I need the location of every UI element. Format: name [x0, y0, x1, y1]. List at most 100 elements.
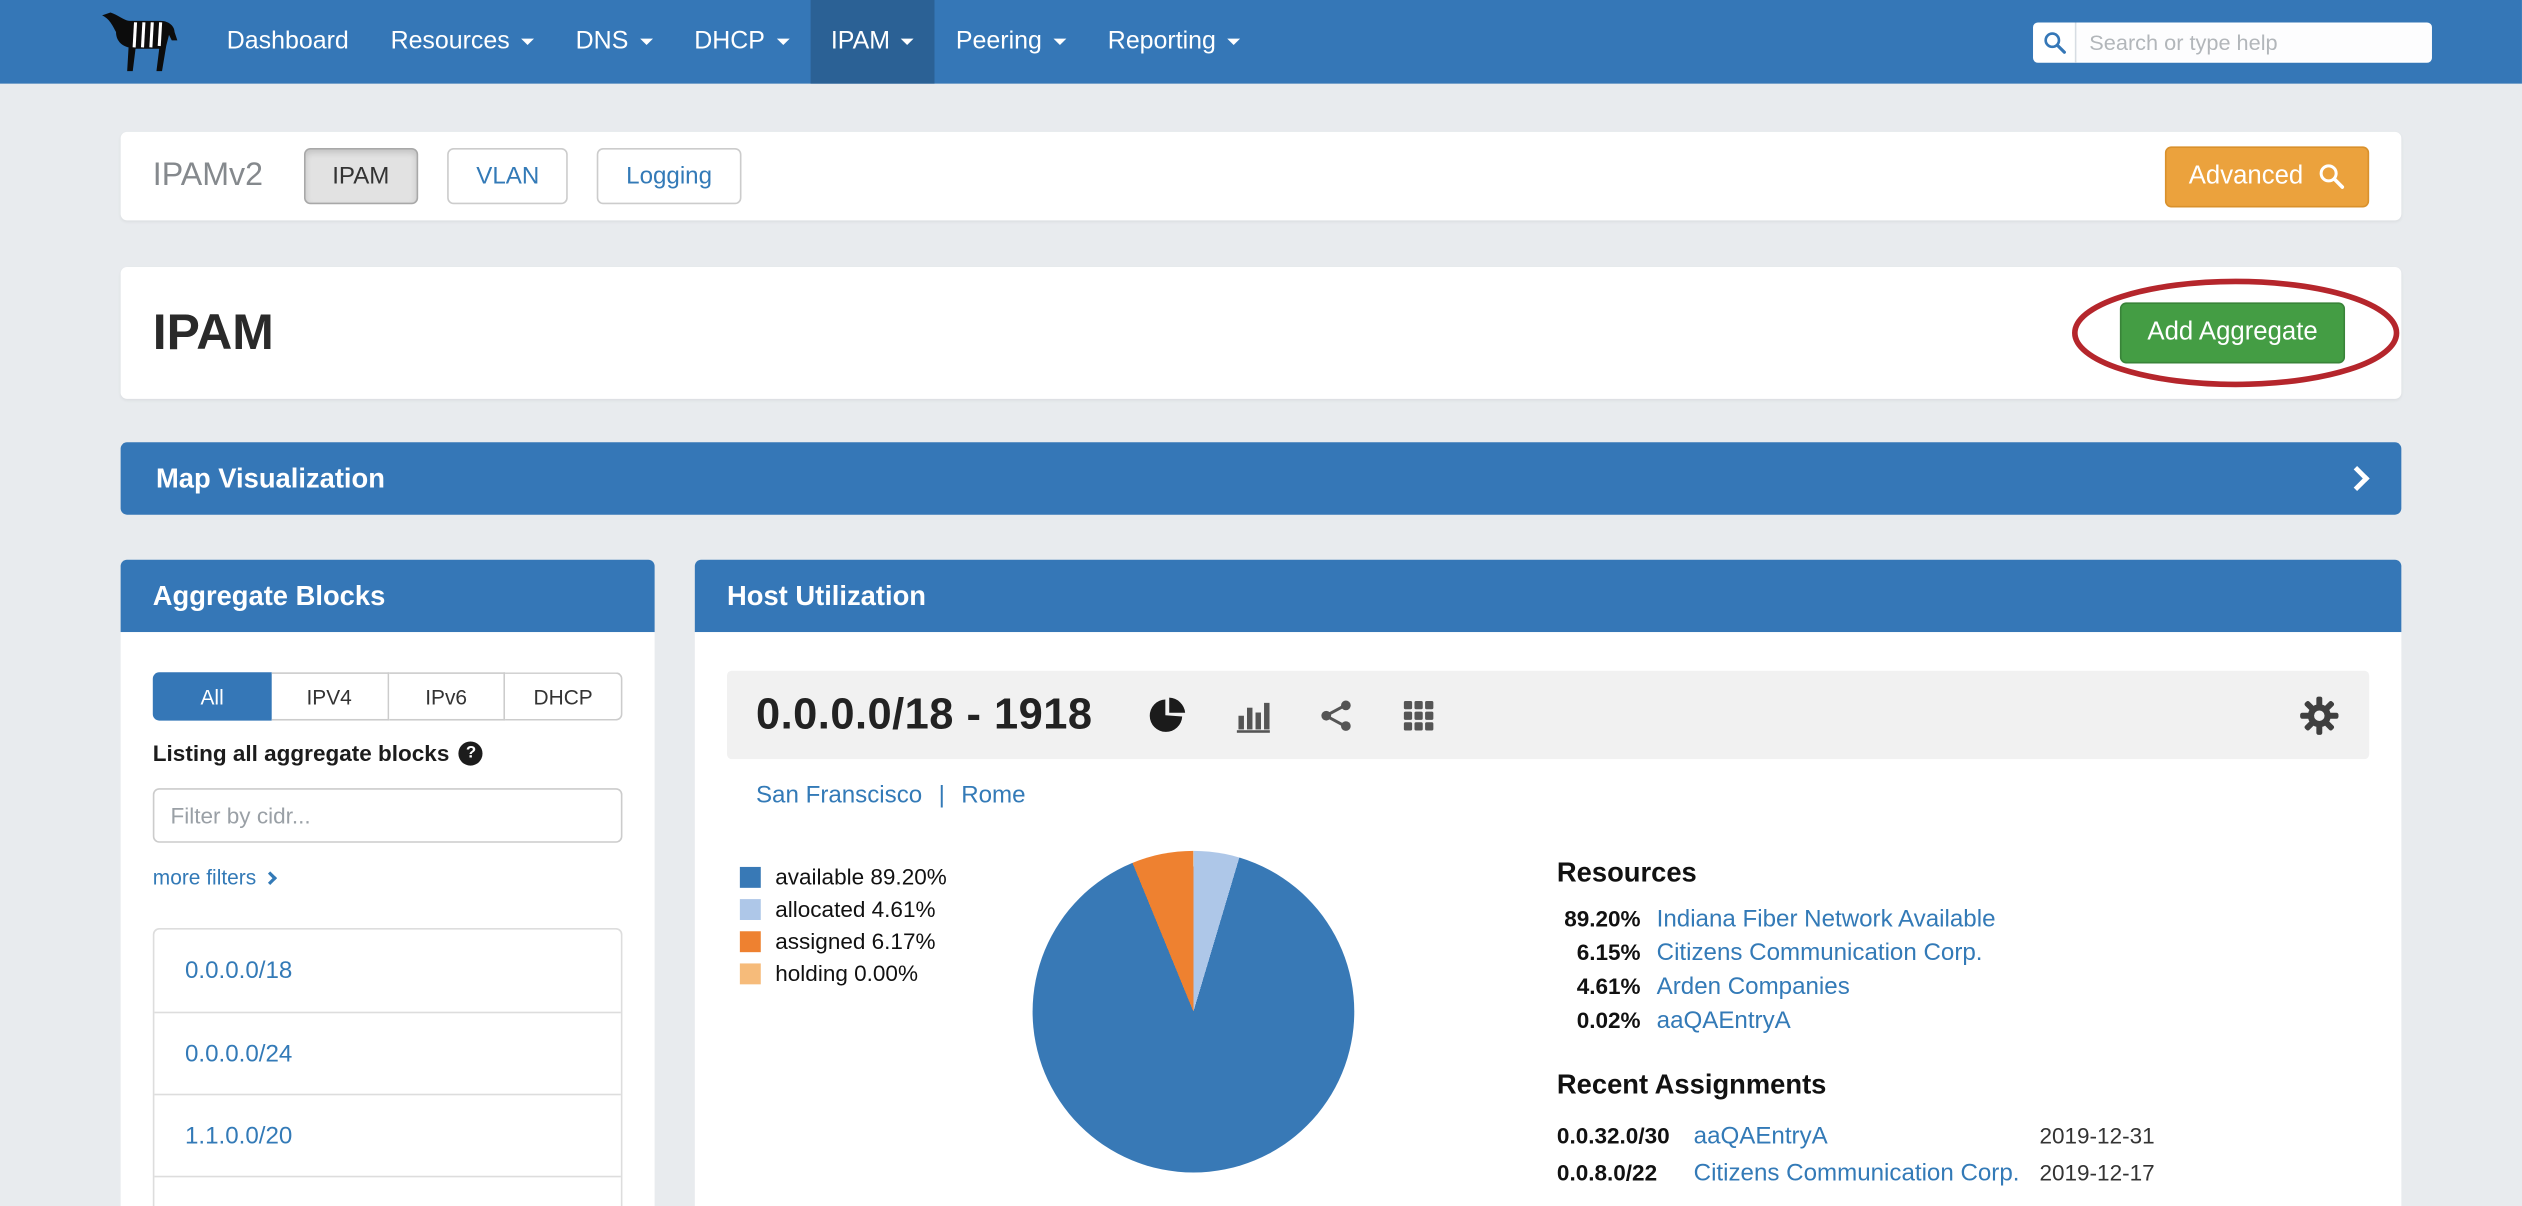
- location-link-san-franscisco[interactable]: San Franscisco: [756, 782, 922, 809]
- listing-label-text: Listing all aggregate blocks: [153, 740, 450, 766]
- map-bar-label: Map Visualization: [156, 462, 385, 494]
- cidr-filter-input[interactable]: [153, 788, 623, 843]
- aggregate-blocks-panel: Aggregate Blocks All IPV4 IPv6 DHCP List…: [121, 560, 655, 1206]
- pie-legend: available 89.20% allocated 4.61% assigne…: [740, 848, 1013, 1192]
- list-item[interactable]: 0.0.0.0/24: [154, 1012, 620, 1094]
- aggregate-blocks-header: Aggregate Blocks: [121, 560, 655, 632]
- resource-percent: 4.61%: [1557, 970, 1641, 1004]
- resource-link[interactable]: Arden Companies: [1657, 970, 1850, 1004]
- location-link-rome[interactable]: Rome: [961, 782, 1025, 809]
- page-title: IPAM: [153, 304, 274, 362]
- block-link[interactable]: 1.1.0.0/20: [185, 1122, 292, 1149]
- legend-label: holding 0.00%: [775, 960, 918, 986]
- legend-label: allocated 4.61%: [775, 896, 935, 922]
- legend-swatch-holding: [740, 963, 761, 984]
- legend-swatch-allocated: [740, 898, 761, 919]
- legend-item: holding 0.00%: [740, 957, 1013, 989]
- view-icons: [1147, 695, 1437, 735]
- pie-chart-icon[interactable]: [1147, 695, 1187, 735]
- grid-icon[interactable]: [1401, 697, 1436, 732]
- tab-ipam[interactable]: IPAM: [303, 148, 418, 204]
- resource-percent: 6.15%: [1557, 936, 1641, 970]
- list-item[interactable]: [154, 1176, 620, 1206]
- add-aggregate-button[interactable]: Add Aggregate: [2120, 302, 2345, 363]
- list-item[interactable]: 0.0.0.0/18: [154, 930, 620, 1012]
- legend-swatch-available: [740, 866, 761, 887]
- aggregate-blocks-body: All IPV4 IPv6 DHCP Listing all aggregate…: [121, 632, 655, 1206]
- nav-item-dns[interactable]: DNS: [555, 0, 674, 84]
- search-icon[interactable]: [2033, 22, 2076, 62]
- legend-label: assigned 6.17%: [775, 928, 935, 954]
- tab-ipv6[interactable]: IPv6: [388, 672, 505, 720]
- search-input[interactable]: [2076, 23, 2431, 60]
- main-nav: Dashboard Resources DNS DHCP IPAM Peerin…: [206, 0, 1261, 84]
- block-link[interactable]: 0.0.0.0/24: [185, 1040, 292, 1067]
- host-utilization-panel: Host Utilization 0.0.0.0/18 - 1918: [695, 560, 2402, 1206]
- nav-item-label: Dashboard: [227, 27, 349, 56]
- recent-assignments-heading: Recent Assignments: [1557, 1070, 2369, 1102]
- more-filters-label: more filters: [153, 865, 256, 889]
- legend-item: available 89.20%: [740, 860, 1013, 892]
- resource-row: 6.15% Citizens Communication Corp.: [1557, 936, 2369, 970]
- tab-vlan[interactable]: VLAN: [447, 148, 568, 204]
- block-link[interactable]: 0.0.0.0/18: [185, 957, 292, 984]
- zebra-logo[interactable]: [97, 0, 181, 84]
- assignments-list: 0.0.32.0/30 aaQAEntryA 2019-12-31 0.0.8.…: [1557, 1118, 2369, 1192]
- nav-item-label: Reporting: [1108, 27, 1216, 56]
- resource-link[interactable]: Citizens Communication Corp.: [1657, 936, 1983, 970]
- nav-item-ipam[interactable]: IPAM: [810, 0, 935, 84]
- legend-label: available 89.20%: [775, 864, 947, 890]
- share-icon[interactable]: [1319, 697, 1354, 732]
- nav-item-label: Peering: [956, 27, 1042, 56]
- nav-item-peering[interactable]: Peering: [935, 0, 1087, 84]
- assignment-cidr: 0.0.8.0/22: [1557, 1155, 1694, 1190]
- aggregate-block-list: 0.0.0.0/18 0.0.0.0/24 1.1.0.0/20: [153, 928, 623, 1206]
- listing-label: Listing all aggregate blocks ?: [153, 740, 623, 766]
- app-window: Dashboard Resources DNS DHCP IPAM Peerin…: [0, 0, 2522, 1206]
- nav-item-resources[interactable]: Resources: [370, 0, 555, 84]
- utilization-pie-chart: [1033, 851, 1355, 1173]
- help-icon[interactable]: ?: [459, 741, 483, 765]
- assignment-link[interactable]: Citizens Communication Corp.: [1694, 1156, 2040, 1191]
- assignment-row: 0.0.8.0/22 Citizens Communication Corp. …: [1557, 1155, 2369, 1192]
- advanced-button[interactable]: Advanced: [2165, 146, 2370, 207]
- panel-title: Aggregate Blocks: [153, 580, 385, 612]
- zebra-logo-image: [97, 10, 181, 74]
- page-content: IPAMv2 IPAM VLAN Logging Advanced IPAM A…: [0, 132, 2522, 1206]
- ipamv2-toolbar: IPAMv2 IPAM VLAN Logging Advanced: [121, 132, 2402, 220]
- host-utilization-body: 0.0.0.0/18 - 1918: [695, 632, 2402, 1206]
- tab-all[interactable]: All: [153, 672, 272, 720]
- resource-percent: 0.02%: [1557, 1004, 1641, 1038]
- gear-icon[interactable]: [2298, 694, 2340, 736]
- resource-row: 0.02% aaQAEntryA: [1557, 1004, 2369, 1038]
- assignment-cidr: 0.0.32.0/30: [1557, 1118, 1694, 1153]
- more-filters-link[interactable]: more filters: [153, 865, 276, 889]
- resource-row: 4.61% Arden Companies: [1557, 970, 2369, 1004]
- resources-heading: Resources: [1557, 857, 2369, 889]
- tab-logging[interactable]: Logging: [597, 148, 741, 204]
- bar-chart-icon[interactable]: [1234, 696, 1273, 735]
- search-icon: [2318, 162, 2345, 189]
- top-navbar: Dashboard Resources DNS DHCP IPAM Peerin…: [0, 0, 2522, 84]
- chevron-down-icon: [901, 39, 914, 45]
- chevron-right-icon: [264, 871, 278, 885]
- list-item[interactable]: 1.1.0.0/20: [154, 1094, 620, 1176]
- nav-item-label: Resources: [391, 27, 510, 56]
- assignment-row: 0.0.32.0/30 aaQAEntryA 2019-12-31: [1557, 1118, 2369, 1155]
- legend-item: allocated 4.61%: [740, 893, 1013, 925]
- nav-item-dhcp[interactable]: DHCP: [673, 0, 810, 84]
- page-header-card: IPAM Add Aggregate: [121, 267, 2402, 399]
- assignment-date: 2019-12-17: [2039, 1155, 2154, 1190]
- separator: |: [939, 782, 945, 809]
- resource-row: 89.20% Indiana Fiber Network Available: [1557, 902, 2369, 936]
- tab-ipv4[interactable]: IPV4: [271, 672, 388, 720]
- map-visualization-bar[interactable]: Map Visualization: [121, 442, 2402, 514]
- chevron-down-icon: [1227, 39, 1240, 45]
- resource-link[interactable]: aaQAEntryA: [1657, 1004, 1791, 1038]
- tab-dhcp[interactable]: DHCP: [505, 672, 622, 720]
- chevron-down-icon: [1053, 39, 1066, 45]
- nav-item-reporting[interactable]: Reporting: [1087, 0, 1261, 84]
- resource-link[interactable]: Indiana Fiber Network Available: [1657, 902, 1996, 936]
- nav-item-dashboard[interactable]: Dashboard: [206, 0, 370, 84]
- assignment-link[interactable]: aaQAEntryA: [1694, 1119, 2040, 1154]
